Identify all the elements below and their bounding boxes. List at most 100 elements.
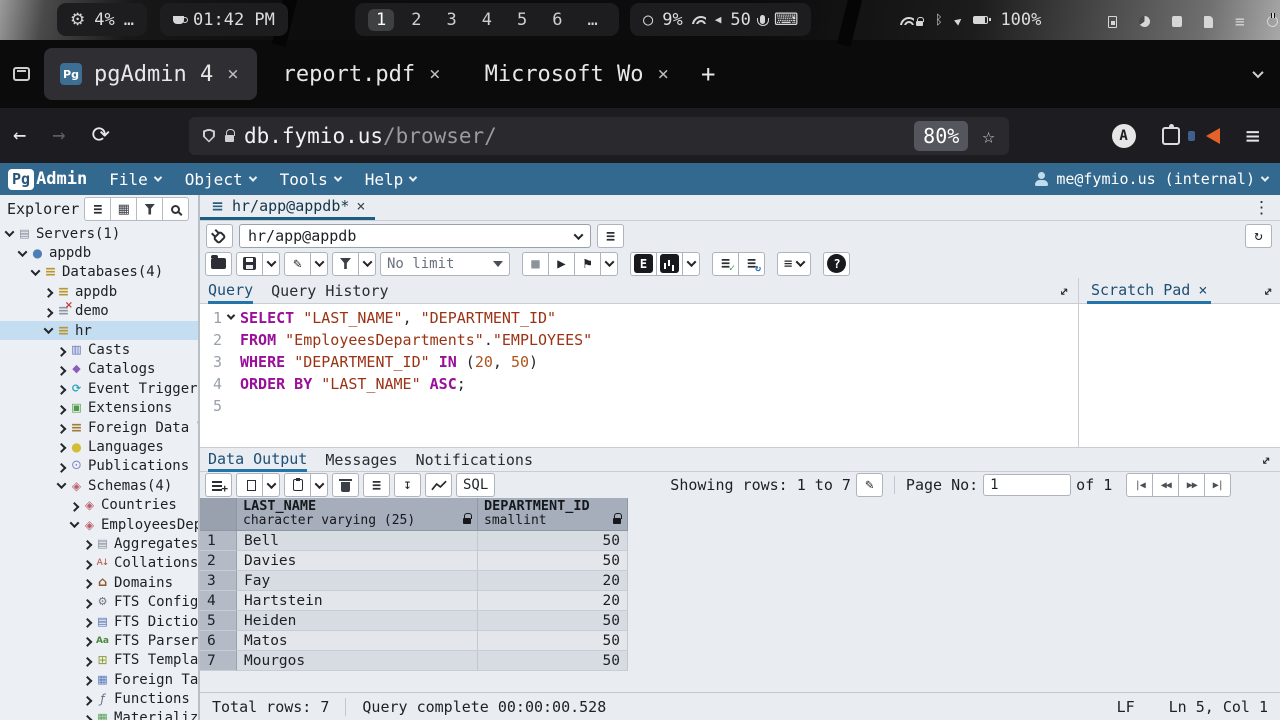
stop-button[interactable]: ■ <box>522 252 549 276</box>
row-number[interactable]: 2 <box>200 551 237 571</box>
chevron-down-icon[interactable] <box>44 324 54 334</box>
tree-item-databases-4[interactable]: Databases(4) <box>0 263 198 282</box>
chevron-right-icon[interactable] <box>83 657 93 667</box>
rollback-button[interactable]: ≡ <box>738 252 765 276</box>
chevron-right-icon[interactable] <box>70 502 80 512</box>
extensions-puzzle-icon[interactable] <box>1162 127 1180 145</box>
chevron-down-icon[interactable] <box>70 518 80 528</box>
tree-item-fts-parsers[interactable]: FTS Parsers <box>0 631 198 650</box>
execute-to-cursor-button[interactable]: ⚑ <box>574 252 601 276</box>
clock-module[interactable]: 01:42 PM <box>160 3 288 36</box>
commit-button[interactable]: ≡ <box>712 252 739 276</box>
chevron-right-icon[interactable] <box>83 579 93 589</box>
workspace-4[interactable]: 4 <box>474 9 500 31</box>
connection-plug-button[interactable] <box>206 224 233 248</box>
tab-close-icon[interactable]: × <box>656 63 671 85</box>
bookmark-star-icon[interactable]: ☆ <box>978 124 999 148</box>
chevron-right-icon[interactable] <box>57 385 67 395</box>
expand-icon[interactable]: ↔ <box>1054 281 1073 300</box>
tab-query[interactable]: Query <box>208 279 253 304</box>
status-module[interactable]: ○ 9% ◀ 50 ⌨ <box>630 3 811 36</box>
tree-item-event-triggers[interactable]: Event Triggers <box>0 379 198 398</box>
cell-department-id[interactable]: 20 <box>478 571 628 591</box>
zoom-level-badge[interactable]: 80% <box>914 121 968 151</box>
column-header-department-id[interactable]: DEPARTMENT_IDsmallint <box>478 498 628 531</box>
chevron-right-icon[interactable] <box>83 560 93 570</box>
tree-item-schemas-4[interactable]: Schemas(4) <box>0 476 198 495</box>
query-tool-tab[interactable]: hr/app@appdb* × <box>200 195 375 220</box>
tab-messages[interactable]: Messages <box>325 448 397 471</box>
exit-icon[interactable] <box>1108 16 1117 28</box>
copy-options-button[interactable] <box>262 473 280 497</box>
cell-department-id[interactable]: 50 <box>478 531 628 551</box>
workspace-6[interactable]: 6 <box>544 9 570 31</box>
dashboard-button[interactable]: ▦ <box>110 197 137 221</box>
tree-item-aggregates[interactable]: Aggregates <box>0 534 198 553</box>
object-explorer-button[interactable]: ≡ <box>84 197 111 221</box>
chevron-down-icon[interactable] <box>57 479 67 489</box>
send-icon[interactable]: ▶ <box>952 13 965 27</box>
chevron-down-icon[interactable] <box>5 227 15 237</box>
chevron-right-icon[interactable] <box>83 618 93 628</box>
cell-last-name[interactable]: Fay <box>237 571 478 591</box>
https-lock-icon[interactable] <box>225 135 234 142</box>
chevron-right-icon[interactable] <box>57 346 67 356</box>
execute-button[interactable]: ▶ <box>548 252 575 276</box>
cell-last-name[interactable]: Davies <box>237 551 478 571</box>
user-menu[interactable]: me@fymio.us (internal) <box>1034 170 1268 188</box>
edit-options-button[interactable] <box>310 252 328 276</box>
page-number-input[interactable] <box>983 474 1071 496</box>
tree-item-casts[interactable]: Casts <box>0 340 198 359</box>
tab-close-icon[interactable]: × <box>356 197 365 215</box>
connection-select[interactable]: hr/app@appdb <box>239 224 591 248</box>
download-button[interactable]: ↧ <box>394 473 421 497</box>
search-button[interactable] <box>162 197 189 221</box>
new-tab-button[interactable]: + <box>687 60 729 88</box>
scratch-pad-area[interactable] <box>1078 304 1280 447</box>
tree-item-functions[interactable]: Functions <box>0 689 198 708</box>
paste-button[interactable] <box>284 473 311 497</box>
browser-tab-pgadmin-4[interactable]: PgpgAdmin 4× <box>44 48 257 100</box>
chevron-right-icon[interactable] <box>83 676 93 686</box>
chevron-right-icon[interactable] <box>57 405 67 415</box>
column-header-last-name[interactable]: LAST_NAMEcharacter varying (25) <box>237 498 478 531</box>
tab-query-history[interactable]: Query History <box>271 278 388 303</box>
explain-button[interactable]: E <box>630 252 657 276</box>
tree-item-materialized-views[interactable]: Materialized Views <box>0 709 198 720</box>
menu-object[interactable]: Object <box>173 163 268 195</box>
tree-item-languages[interactable]: Languages <box>0 437 198 456</box>
cell-department-id[interactable]: 50 <box>478 631 628 651</box>
next-page-button[interactable]: ▶▶ <box>1178 473 1205 497</box>
tree-item-appdb[interactable]: appdb <box>0 282 198 301</box>
chevron-right-icon[interactable] <box>44 308 54 318</box>
row-limit-select[interactable]: No limit <box>380 252 510 276</box>
cell-last-name[interactable]: Hartstein <box>237 591 478 611</box>
tree-item-foreign-tables[interactable]: Foreign Tables <box>0 670 198 689</box>
cell-last-name[interactable]: Mourgos <box>237 651 478 671</box>
menu-icon[interactable]: ≡ <box>1235 12 1245 31</box>
usage-pie-icon[interactable] <box>1139 16 1150 27</box>
url-text[interactable]: db.fymio.us/browser/ <box>244 124 904 148</box>
tree-item-employeesdepartments[interactable]: EmployeesDepartments <box>0 515 198 534</box>
row-number[interactable]: 3 <box>200 571 237 591</box>
expand-icon[interactable]: ↔ <box>1256 450 1275 469</box>
save-data-button[interactable]: ≡ <box>363 473 390 497</box>
macros-button[interactable]: ≡ <box>777 252 811 276</box>
explain-analyze-button[interactable] <box>656 252 683 276</box>
row-number[interactable]: 4 <box>200 591 237 611</box>
menu-tools[interactable]: Tools <box>268 163 353 195</box>
tree-item-foreign-data-wrappers[interactable]: Foreign Data Wrappers <box>0 418 198 437</box>
chevron-right-icon[interactable] <box>57 424 67 434</box>
browser-tab-report-pdf[interactable]: report.pdf× <box>267 48 459 100</box>
tree-item-appdb[interactable]: appdb <box>0 243 198 262</box>
fold-chevron-down-icon[interactable] <box>227 311 235 319</box>
chevron-right-icon[interactable] <box>57 463 67 473</box>
help-button[interactable]: ? <box>823 252 850 276</box>
add-row-button[interactable] <box>205 473 232 497</box>
cell-last-name[interactable]: Heiden <box>237 611 478 631</box>
tree-item-catalogs[interactable]: Catalogs <box>0 360 198 379</box>
expand-icon[interactable]: ↔ <box>1258 281 1277 300</box>
menu-file[interactable]: File <box>97 163 173 195</box>
sql-button[interactable]: SQL <box>456 473 495 497</box>
new-connection-button[interactable]: ≡ <box>597 224 624 248</box>
